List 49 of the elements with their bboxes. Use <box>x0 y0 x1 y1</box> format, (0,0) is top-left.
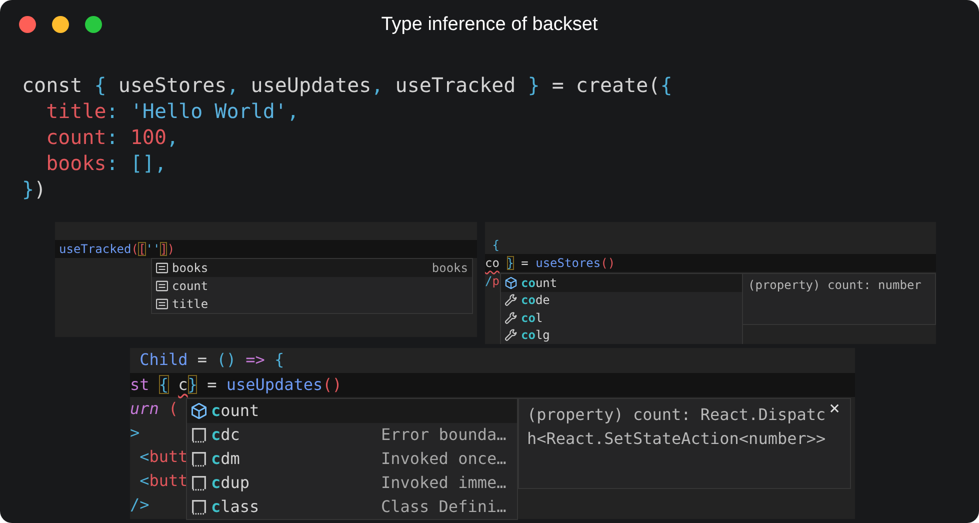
suggestion-item[interactable]: count <box>501 274 742 292</box>
suggestion-detail: Invoked once… <box>381 448 508 470</box>
wrench-icon <box>505 294 517 306</box>
wrench-icon <box>505 329 517 342</box>
code-line: /p <box>485 273 500 290</box>
text-lines-icon <box>156 262 168 274</box>
code-line: Child = () => { <box>138 349 284 371</box>
suggestion-detail: Invoked imme… <box>381 472 508 494</box>
close-button[interactable] <box>19 16 36 33</box>
suggestion-item[interactable]: cdup Invoked imme… <box>187 471 517 495</box>
code-line: books: [], <box>45 150 167 176</box>
text-lines-icon <box>156 298 168 310</box>
doc-text: (property) count: number <box>748 277 922 294</box>
snippet-icon <box>191 451 207 467</box>
cube-icon <box>505 276 517 289</box>
suggestion-detail: Class Defini… <box>381 496 508 518</box>
suggestion-item[interactable]: col <box>501 309 742 326</box>
doc-text: (property) count: React.Dispatch<React.SetStateAction<number>> <box>527 404 826 450</box>
cube-icon <box>191 403 207 419</box>
suggestion-item[interactable]: cdm Invoked once… <box>187 447 517 471</box>
code-line: }) <box>22 176 46 202</box>
close-button[interactable]: × <box>829 399 840 419</box>
code-line: <butt <box>138 470 188 492</box>
code-line: <butt <box>138 446 188 468</box>
suggestion-item[interactable]: books books <box>152 259 472 277</box>
suggestion-item[interactable]: colg <box>501 326 742 344</box>
suggestion-item[interactable]: count <box>152 277 472 295</box>
code-line: urn ( <box>130 398 178 420</box>
suggestion-item[interactable]: title <box>152 295 472 313</box>
code-line: count: 100, <box>45 124 179 150</box>
snippet-icon <box>191 499 207 515</box>
wrench-icon <box>505 312 517 324</box>
suggestion-item[interactable]: count <box>187 399 517 423</box>
minimize-button[interactable] <box>52 16 69 33</box>
window-title: Type inference of backset <box>381 12 598 37</box>
code-line: /> <box>130 494 150 516</box>
text-lines-icon <box>156 280 168 292</box>
snippet-icon <box>191 475 207 491</box>
code-line: { <box>491 237 500 254</box>
suggestion-item[interactable]: cdc Error bounda… <box>187 423 517 447</box>
suggestion-detail: books <box>432 260 468 277</box>
code-line: const { useStores, useUpdates, useTracked } = create({ <box>22 72 672 98</box>
snippet-icon <box>191 427 207 443</box>
zoom-button[interactable] <box>85 16 102 33</box>
code-line: > <box>130 422 140 444</box>
suggestion-item[interactable]: code <box>501 292 742 309</box>
suggestion-detail: Error bounda… <box>381 424 508 446</box>
code-line: title: 'Hello World', <box>45 98 299 124</box>
suggestion-item[interactable]: class Class Defini… <box>187 495 517 519</box>
